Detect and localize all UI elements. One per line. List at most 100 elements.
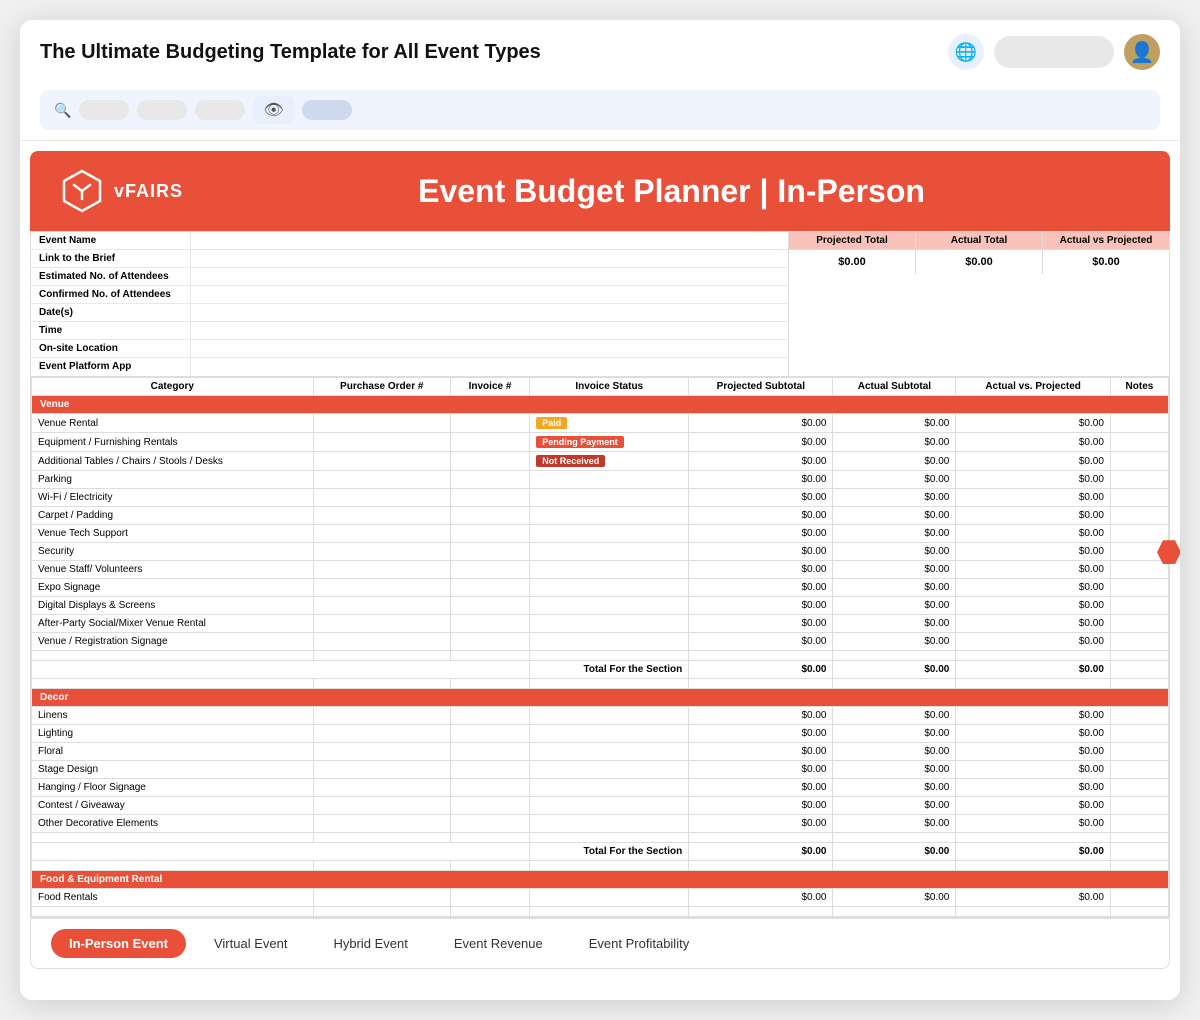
po-cell[interactable] — [313, 743, 450, 761]
info-value[interactable] — [191, 286, 788, 303]
invoice-cell[interactable] — [450, 579, 529, 597]
po-cell[interactable] — [313, 489, 450, 507]
url-bar[interactable] — [994, 36, 1114, 68]
user-avatar[interactable]: 👤 — [1124, 34, 1160, 70]
eye-button[interactable]: 👁 — [253, 96, 293, 124]
info-value[interactable] — [191, 250, 788, 267]
invoice-cell[interactable] — [450, 543, 529, 561]
empty-row — [32, 833, 1169, 843]
info-row: Event Name — [31, 232, 788, 250]
actual-cell: $0.00 — [833, 633, 956, 651]
notes-cell[interactable] — [1110, 452, 1168, 471]
category-cell: Venue Rental — [32, 414, 314, 433]
invoice-cell[interactable] — [450, 615, 529, 633]
po-cell[interactable] — [313, 725, 450, 743]
invoice-cell[interactable] — [450, 743, 529, 761]
notes-cell[interactable] — [1110, 889, 1168, 907]
po-cell[interactable] — [313, 707, 450, 725]
po-cell[interactable] — [313, 889, 450, 907]
invoice-cell[interactable] — [450, 725, 529, 743]
po-cell[interactable] — [313, 561, 450, 579]
actual-cell: $0.00 — [833, 615, 956, 633]
notes-cell[interactable] — [1110, 433, 1168, 452]
notes-cell[interactable] — [1110, 707, 1168, 725]
projected-cell: $0.00 — [689, 471, 833, 489]
invoice-cell[interactable] — [450, 507, 529, 525]
notes-cell[interactable] — [1110, 761, 1168, 779]
po-cell[interactable] — [313, 452, 450, 471]
invoice-cell[interactable] — [450, 889, 529, 907]
tab-hybrid-event[interactable]: Hybrid Event — [315, 929, 425, 958]
po-cell[interactable] — [313, 471, 450, 489]
notes-cell[interactable] — [1110, 525, 1168, 543]
po-cell[interactable] — [313, 633, 450, 651]
notes-cell[interactable] — [1110, 579, 1168, 597]
notes-cell[interactable] — [1110, 797, 1168, 815]
po-cell[interactable] — [313, 543, 450, 561]
search-bar[interactable]: 🔍 👁 — [40, 90, 1160, 130]
logo-hex — [60, 169, 104, 213]
po-cell[interactable] — [313, 815, 450, 833]
projected-cell: $0.00 — [689, 597, 833, 615]
notes-cell[interactable] — [1110, 597, 1168, 615]
status-cell — [530, 815, 689, 833]
po-cell[interactable] — [313, 615, 450, 633]
info-value[interactable] — [191, 304, 788, 321]
section-label: Venue — [32, 396, 1169, 414]
info-value[interactable] — [191, 268, 788, 285]
tab-in-person-event[interactable]: In-Person Event — [51, 929, 186, 958]
projected-cell: $0.00 — [689, 761, 833, 779]
invoice-cell[interactable] — [450, 489, 529, 507]
po-cell[interactable] — [313, 579, 450, 597]
notes-cell[interactable] — [1110, 489, 1168, 507]
invoice-cell[interactable] — [450, 597, 529, 615]
po-cell[interactable] — [313, 779, 450, 797]
invoice-cell[interactable] — [450, 707, 529, 725]
po-cell[interactable] — [313, 761, 450, 779]
invoice-cell[interactable] — [450, 561, 529, 579]
po-cell[interactable] — [313, 597, 450, 615]
notes-cell[interactable] — [1110, 414, 1168, 433]
info-value[interactable] — [191, 358, 788, 376]
status-cell — [530, 561, 689, 579]
notes-cell[interactable] — [1110, 815, 1168, 833]
invoice-cell[interactable] — [450, 452, 529, 471]
tab-virtual-event[interactable]: Virtual Event — [196, 929, 305, 958]
category-cell: Hanging / Floor Signage — [32, 779, 314, 797]
invoice-cell[interactable] — [450, 525, 529, 543]
invoice-cell[interactable] — [450, 633, 529, 651]
actual-cell: $0.00 — [833, 525, 956, 543]
table-row: Contest / Giveaway $0.00 $0.00 $0.00 — [32, 797, 1169, 815]
info-value[interactable] — [191, 232, 788, 249]
notes-cell[interactable] — [1110, 615, 1168, 633]
invoice-cell[interactable] — [450, 433, 529, 452]
tab-bar: In-Person Event Virtual Event Hybrid Event… — [30, 918, 1170, 969]
vs-projected-cell: $0.00 — [956, 579, 1111, 597]
invoice-cell[interactable] — [450, 414, 529, 433]
po-cell[interactable] — [313, 797, 450, 815]
notes-cell[interactable] — [1110, 725, 1168, 743]
notes-cell[interactable] — [1110, 779, 1168, 797]
po-cell[interactable] — [313, 507, 450, 525]
info-value[interactable] — [191, 340, 788, 357]
invoice-cell[interactable] — [450, 779, 529, 797]
info-value[interactable] — [191, 322, 788, 339]
invoice-cell[interactable] — [450, 761, 529, 779]
invoice-cell[interactable] — [450, 471, 529, 489]
notes-cell[interactable] — [1110, 471, 1168, 489]
notes-cell[interactable] — [1110, 743, 1168, 761]
event-banner: vFAIRS Event Budget Planner | In-Person — [30, 151, 1170, 231]
tab-event-profitability[interactable]: Event Profitability — [571, 929, 707, 958]
invoice-cell[interactable] — [450, 797, 529, 815]
globe-button[interactable]: 🌐 — [948, 34, 984, 70]
projected-cell: $0.00 — [689, 414, 833, 433]
notes-cell[interactable] — [1110, 507, 1168, 525]
po-cell[interactable] — [313, 433, 450, 452]
tab-event-revenue[interactable]: Event Revenue — [436, 929, 561, 958]
invoice-cell[interactable] — [450, 815, 529, 833]
main-content: vFAIRS Event Budget Planner | In-Person … — [20, 141, 1180, 1000]
po-cell[interactable] — [313, 525, 450, 543]
notes-cell[interactable] — [1110, 633, 1168, 651]
po-cell[interactable] — [313, 414, 450, 433]
notes-cell[interactable] — [1110, 561, 1168, 579]
